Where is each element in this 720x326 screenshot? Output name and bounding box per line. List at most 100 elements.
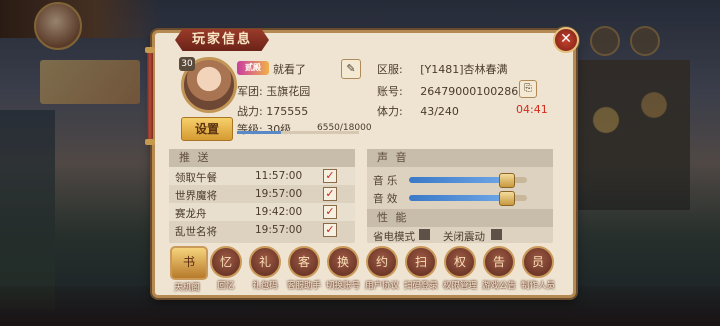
- guild-value: 玉旗花园: [266, 85, 311, 98]
- copy-account-button[interactable]: ⎘: [519, 80, 537, 98]
- vip-badge: 贰殿: [237, 61, 269, 75]
- push-checkbox[interactable]: ✓: [323, 169, 337, 183]
- bottom-button-icon: 书: [170, 246, 208, 280]
- bottom-button[interactable]: 告游戏公告: [482, 246, 516, 293]
- level-badge: 30: [179, 57, 195, 71]
- account-row: 账号: 264790001002863: [377, 83, 525, 99]
- bottom-button[interactable]: 忆回忆: [209, 246, 243, 293]
- performance-row: 省电模式 关闭震动: [367, 227, 553, 245]
- push-checkbox[interactable]: ✓: [323, 223, 337, 237]
- bottom-button-label: 用户协议: [365, 281, 400, 291]
- dialog-title: 玩家信息: [175, 29, 269, 51]
- bottom-button-icon: 礼: [249, 246, 281, 278]
- effect-slider[interactable]: [409, 191, 527, 206]
- bottom-button[interactable]: 礼礼包码: [248, 246, 282, 293]
- power-label: 战力:: [237, 105, 263, 118]
- bottom-button-icon: 告: [483, 246, 515, 278]
- bottom-button[interactable]: 约用户协议: [365, 246, 399, 293]
- bottom-button-icon: 权: [444, 246, 476, 278]
- guild-label: 军团:: [237, 85, 263, 98]
- bottom-button-icon: 约: [366, 246, 398, 278]
- bottom-button[interactable]: 换切换账号: [326, 246, 360, 293]
- level-value: 30级: [266, 123, 292, 136]
- player-name: 就看了: [273, 63, 306, 76]
- bottom-button-icon: 客: [288, 246, 320, 278]
- push-checkbox[interactable]: ✓: [323, 187, 337, 201]
- sound-title: 声 音: [367, 149, 553, 167]
- effect-row: 音 效: [367, 189, 553, 207]
- sound-panel: 声 音 音 乐 音 效 性 能 省电模式 关闭震动: [367, 149, 553, 243]
- level-label: 等级:: [237, 123, 263, 136]
- bottom-button-icon: 扫: [405, 246, 437, 278]
- exp-progress-fill: [237, 131, 282, 134]
- vibration-off-label: 关闭震动: [443, 231, 485, 243]
- guild-row: 军团: 玉旗花园: [237, 83, 310, 99]
- effect-label: 音 效: [373, 193, 398, 205]
- push-time: 19:42:00: [255, 206, 303, 218]
- bottom-button-label: 扫码登录: [404, 281, 439, 291]
- level-row: 等级: 30级: [237, 121, 291, 137]
- bottom-button-label: 权限管理: [443, 281, 478, 291]
- bottom-button-label: 天机阁: [174, 283, 200, 293]
- account-value: 264790001002863: [420, 85, 526, 98]
- push-name: 领取午餐: [175, 172, 217, 184]
- performance-title: 性 能: [367, 209, 553, 227]
- account-label: 账号:: [377, 85, 403, 98]
- stamina-value: 43/240: [420, 105, 459, 118]
- push-panel: 推 送 领取午餐 11:57:00 ✓ 世界魔将 19:57:00 ✓ 赛龙舟 19:42:0…: [169, 149, 355, 243]
- power-save-checkbox[interactable]: [419, 229, 430, 240]
- bottom-button[interactable]: 客客服助手: [287, 246, 321, 293]
- bottom-button[interactable]: 扫扫码登录: [404, 246, 438, 293]
- close-button[interactable]: ✕: [553, 27, 579, 53]
- music-slider-fill: [409, 177, 506, 183]
- server-row: 区服: [Y1481]杏林春满: [377, 61, 508, 77]
- stamina-label: 体力:: [377, 105, 403, 118]
- bottom-button-label: 礼包码: [252, 281, 278, 291]
- push-row: 世界魔将 19:57:00 ✓: [169, 185, 355, 203]
- stamina-timer: 04:41: [516, 103, 548, 116]
- scroll-decoration: [145, 47, 155, 145]
- bottom-button-icon: 忆: [210, 246, 242, 278]
- power-value: 175555: [266, 105, 309, 118]
- bottom-button[interactable]: 书天机阁: [170, 246, 208, 293]
- music-slider-knob[interactable]: [498, 173, 515, 188]
- bottom-button-icon: 换: [327, 246, 359, 278]
- bottom-button[interactable]: 权权限管理: [443, 246, 477, 293]
- bottom-button-label: 制作人员: [521, 281, 556, 291]
- edit-name-button[interactable]: ✎: [341, 59, 361, 79]
- push-time: 19:57:00: [255, 188, 303, 200]
- power-save-label: 省电模式: [373, 231, 415, 243]
- music-slider[interactable]: [409, 173, 527, 188]
- copy-icon: ⎘: [524, 83, 532, 94]
- push-title: 推 送: [169, 149, 355, 167]
- music-label: 音 乐: [373, 175, 398, 187]
- power-row: 战力: 175555: [237, 103, 308, 119]
- server-label: 区服:: [377, 63, 403, 76]
- push-time: 11:57:00: [255, 170, 303, 182]
- bottom-button-icon: 员: [522, 246, 554, 278]
- music-row: 音 乐: [367, 171, 553, 189]
- effect-slider-knob[interactable]: [498, 191, 515, 206]
- bottom-button-label: 客服助手: [287, 281, 322, 291]
- bottom-button-label: 切换账号: [326, 281, 361, 291]
- bottom-button-label: 游戏公告: [482, 281, 517, 291]
- push-name: 赛龙舟: [175, 208, 207, 220]
- pencil-icon: ✎: [346, 62, 356, 75]
- stamina-row: 体力: 43/240: [377, 103, 459, 119]
- bottom-button[interactable]: 员制作人员: [521, 246, 555, 293]
- settings-button[interactable]: 设置: [181, 117, 233, 141]
- push-name: 世界魔将: [175, 190, 217, 202]
- vibration-off-checkbox[interactable]: [491, 229, 502, 240]
- bottom-button-bar: 书天机阁忆回忆礼礼包码客客服助手换切换账号约用户协议扫扫码登录权权限管理告游戏公…: [170, 246, 555, 293]
- server-value: [Y1481]杏林春满: [420, 63, 508, 76]
- push-time: 19:57:00: [255, 224, 303, 236]
- exp-progress-bar: [237, 131, 359, 134]
- push-row: 乱世名将 19:57:00 ✓: [169, 221, 355, 239]
- push-name: 乱世名将: [175, 226, 217, 238]
- push-row: 领取午餐 11:57:00 ✓: [169, 167, 355, 185]
- push-checkbox[interactable]: ✓: [323, 205, 337, 219]
- push-row: 赛龙舟 19:42:00 ✓: [169, 203, 355, 221]
- bottom-button-label: 回忆: [217, 281, 235, 291]
- push-list: 领取午餐 11:57:00 ✓ 世界魔将 19:57:00 ✓ 赛龙舟 19:42:00 ✓ 乱世…: [169, 167, 355, 239]
- effect-slider-fill: [409, 195, 506, 201]
